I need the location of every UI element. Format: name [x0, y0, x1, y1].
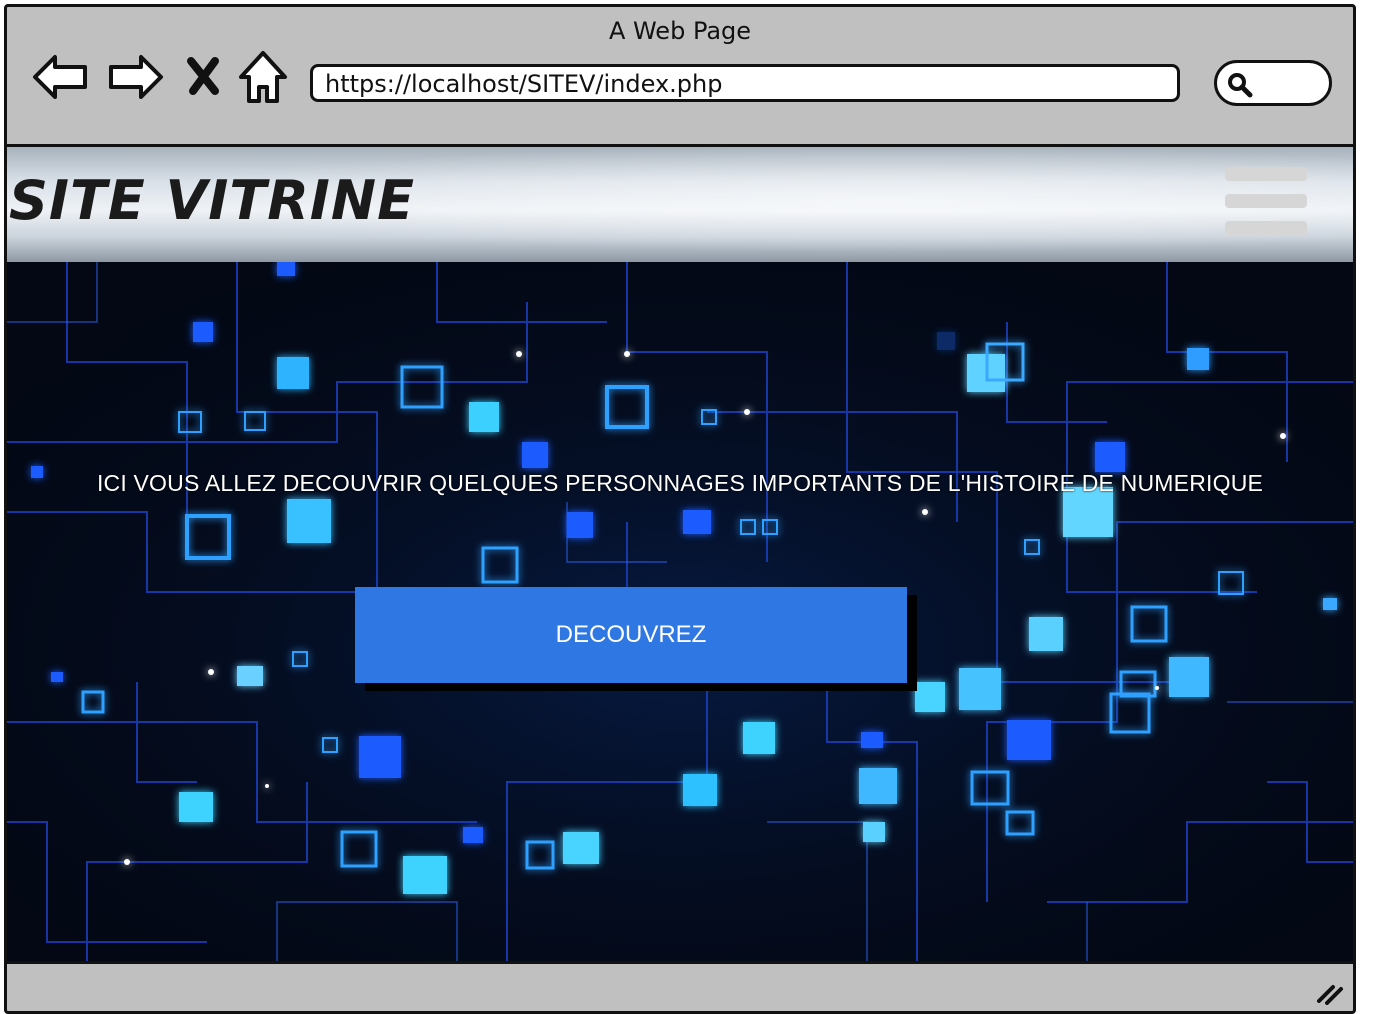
hero-tagline: ICI VOUS ALLEZ DECOUVRIR QUELQUES PERSON… [96, 470, 1264, 496]
home-icon [239, 51, 287, 103]
search-icon [1228, 73, 1253, 98]
close-x-icon [187, 57, 219, 95]
search-box[interactable] [1214, 60, 1332, 106]
hero-section: ICI VOUS ALLEZ DECOUVRIR QUELQUES PERSON… [7, 262, 1353, 964]
site-title: SITE VITRINE [9, 169, 415, 232]
window-title: A Web Page [608, 17, 752, 45]
statusbar-divider [7, 961, 1353, 964]
back-button[interactable] [31, 47, 91, 107]
hamburger-menu-icon[interactable] [1225, 167, 1309, 237]
forward-arrow-icon [109, 55, 163, 99]
forward-button[interactable] [105, 47, 165, 107]
site-header: SITE VITRINE [7, 147, 1353, 262]
back-arrow-icon [33, 55, 87, 99]
resize-grip-icon[interactable] [1315, 979, 1345, 1005]
stop-button[interactable] [183, 47, 223, 107]
home-button[interactable] [233, 47, 293, 107]
address-url: https://localhost/SITEV/index.php [325, 70, 723, 98]
address-bar[interactable]: https://localhost/SITEV/index.php [310, 64, 1180, 102]
menu-bar-top [1225, 167, 1307, 181]
menu-bar-bottom [1225, 221, 1307, 235]
browser-window: A Web Page https://localhost/SITEV/index… [4, 4, 1356, 1014]
discover-button[interactable]: DECOUVREZ [355, 587, 907, 683]
menu-bar-middle [1225, 194, 1307, 208]
